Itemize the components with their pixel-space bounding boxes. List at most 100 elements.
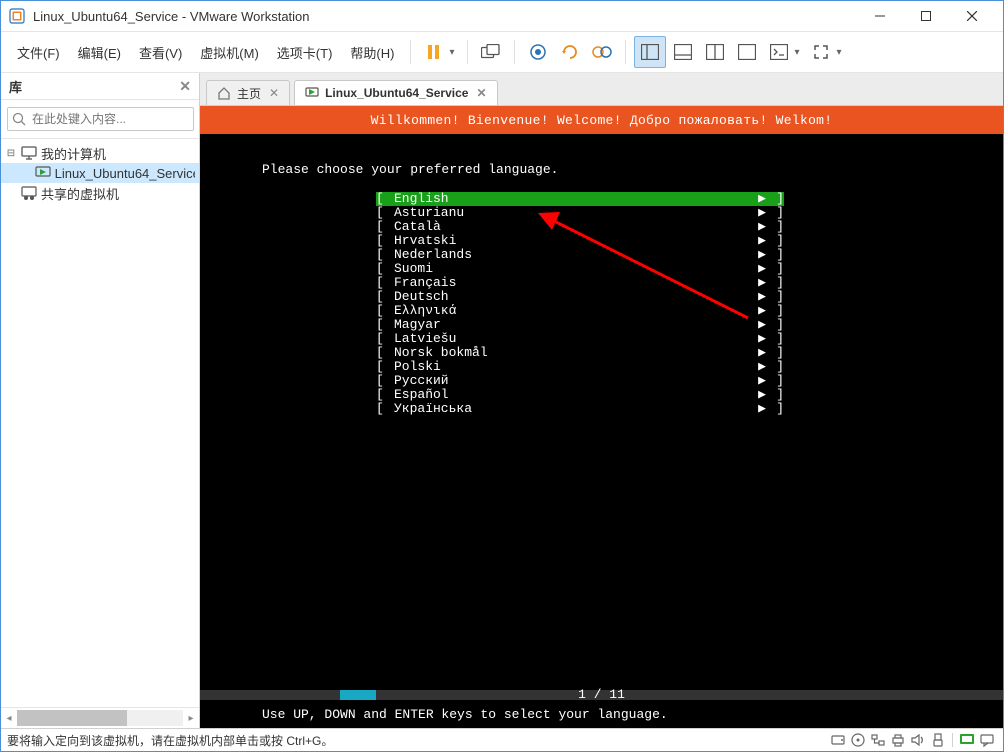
statusbar-text: 要将输入定向到该虚拟机，请在虚拟机内部单击或按 Ctrl+G。 — [7, 732, 828, 749]
vmware-logo-icon — [9, 8, 25, 24]
pause-button[interactable] — [419, 37, 449, 67]
status-usb-icon[interactable] — [929, 731, 947, 749]
submenu-arrow-icon: ▶ — [754, 248, 766, 262]
thumbnail-bar-button[interactable] — [668, 37, 698, 67]
bracket-right: ] — [766, 262, 784, 276]
vm-display[interactable]: Willkommen! Bienvenue! Welcome! Добро по… — [200, 106, 1003, 728]
language-option[interactable]: [ Deutsch▶ ] — [376, 290, 784, 304]
language-option[interactable]: [ Українська▶ ] — [376, 402, 784, 416]
bracket-left: [ — [376, 360, 394, 374]
language-option[interactable]: [ Polski▶ ] — [376, 360, 784, 374]
language-option[interactable]: [ Русский▶ ] — [376, 374, 784, 388]
snapshot-manager-button[interactable] — [587, 37, 617, 67]
language-option[interactable]: [ Français▶ ] — [376, 276, 784, 290]
language-name: Polski — [394, 360, 754, 374]
language-name: English — [394, 192, 754, 206]
toolbar-separator — [514, 40, 515, 64]
snapshot-revert-button[interactable] — [555, 37, 585, 67]
snapshot-take-button[interactable] — [523, 37, 553, 67]
scrollbar-thumb[interactable] — [17, 710, 127, 726]
submenu-arrow-icon: ▶ — [754, 346, 766, 360]
bracket-left: [ — [376, 290, 394, 304]
scrollbar-track[interactable] — [17, 710, 183, 726]
status-message-icon[interactable] — [978, 731, 996, 749]
status-network-icon[interactable] — [869, 731, 887, 749]
language-name: Català — [394, 220, 754, 234]
language-option[interactable]: [ Nederlands▶ ] — [376, 248, 784, 262]
tab-home[interactable]: 主页 ✕ — [206, 80, 290, 105]
language-option[interactable]: [ Latviešu▶ ] — [376, 332, 784, 346]
bracket-left: [ — [376, 234, 394, 248]
tree-node-shared-vm[interactable]: 共享的虚拟机 — [1, 183, 199, 203]
bracket-left: [ — [376, 332, 394, 346]
status-disk-icon[interactable] — [829, 731, 847, 749]
search-input[interactable] — [30, 111, 189, 127]
status-sound-icon[interactable] — [909, 731, 927, 749]
menu-file[interactable]: 文件(F) — [9, 37, 68, 68]
expand-icon[interactable]: ⊟ — [5, 148, 17, 159]
submenu-arrow-icon: ▶ — [754, 290, 766, 304]
sidebar-close-icon[interactable]: ✕ — [179, 78, 191, 95]
submenu-arrow-icon: ▶ — [754, 276, 766, 290]
bracket-right: ] — [766, 234, 784, 248]
language-option[interactable]: [ Ελληνικά▶ ] — [376, 304, 784, 318]
menu-view[interactable]: 查看(V) — [131, 37, 190, 68]
submenu-arrow-icon: ▶ — [754, 262, 766, 276]
stretch-dropdown-icon[interactable]: ▾ — [836, 47, 846, 58]
bracket-right: ] — [766, 402, 784, 416]
statusbar: 要将输入定向到该虚拟机，请在虚拟机内部单击或按 Ctrl+G。 — [1, 728, 1003, 751]
tab-vm[interactable]: Linux_Ubuntu64_Service ✕ — [294, 80, 497, 105]
language-name: Ελληνικά — [394, 304, 754, 318]
bracket-left: [ — [376, 388, 394, 402]
status-vmtools-icon[interactable] — [958, 731, 976, 749]
pause-dropdown-icon[interactable]: ▾ — [449, 47, 459, 58]
close-button[interactable] — [949, 1, 995, 31]
language-option[interactable]: [ Asturianu▶ ] — [376, 206, 784, 220]
bracket-left: [ — [376, 374, 394, 388]
bracket-left: [ — [376, 346, 394, 360]
installer-progress: 1 / 11 — [200, 690, 1003, 700]
submenu-arrow-icon: ▶ — [754, 206, 766, 220]
status-cd-icon[interactable] — [849, 731, 867, 749]
toolbar-separator — [410, 40, 411, 64]
language-option[interactable]: [ Hrvatski▶ ] — [376, 234, 784, 248]
search-box[interactable] — [7, 107, 194, 131]
tree-node-linux-vm[interactable]: Linux_Ubuntu64_Service — [1, 163, 199, 183]
language-name: Українська — [394, 402, 754, 416]
language-option[interactable]: [ Español▶ ] — [376, 388, 784, 402]
submenu-arrow-icon: ▶ — [754, 402, 766, 416]
language-option[interactable]: [ Norsk bokmål▶ ] — [376, 346, 784, 360]
bracket-right: ] — [766, 360, 784, 374]
stretch-guest-button[interactable] — [806, 37, 836, 67]
installer-prompt: Please choose your preferred language. — [262, 162, 558, 177]
bracket-right: ] — [766, 374, 784, 388]
tab-close-icon[interactable]: ✕ — [476, 86, 486, 100]
language-option[interactable]: [ Suomi▶ ] — [376, 262, 784, 276]
show-library-button[interactable] — [634, 36, 666, 68]
menu-tabs[interactable]: 选项卡(T) — [269, 37, 341, 68]
bracket-right: ] — [766, 220, 784, 234]
language-list[interactable]: [ English▶ ][ Asturianu▶ ][ Català▶ ][ H… — [376, 192, 784, 416]
console-dropdown-icon[interactable]: ▾ — [794, 47, 804, 58]
status-printer-icon[interactable] — [889, 731, 907, 749]
language-option[interactable]: [ Català▶ ] — [376, 220, 784, 234]
language-option[interactable]: [ Magyar▶ ] — [376, 318, 784, 332]
fullscreen-button[interactable] — [732, 37, 762, 67]
maximize-button[interactable] — [903, 1, 949, 31]
sidebar: 库 ✕ ▼ ⊟ 我的计算机 — [1, 73, 200, 728]
menu-vm[interactable]: 虚拟机(M) — [192, 37, 267, 68]
tree-label: 共享的虚拟机 — [41, 184, 119, 203]
scroll-right-icon[interactable]: ▸ — [183, 713, 199, 724]
minimize-button[interactable] — [857, 1, 903, 31]
console-view-button[interactable] — [764, 37, 794, 67]
quick-switch-button[interactable] — [700, 37, 730, 67]
bracket-left: [ — [376, 262, 394, 276]
scroll-left-icon[interactable]: ◂ — [1, 713, 17, 724]
tree-node-my-computer[interactable]: ⊟ 我的计算机 — [1, 143, 199, 163]
menu-help[interactable]: 帮助(H) — [342, 37, 402, 68]
menu-edit[interactable]: 编辑(E) — [70, 37, 129, 68]
tab-close-icon[interactable]: ✕ — [269, 86, 279, 100]
send-ctrl-alt-del-button[interactable] — [476, 37, 506, 67]
language-name: Hrvatski — [394, 234, 754, 248]
language-option[interactable]: [ English▶ ] — [376, 192, 784, 206]
